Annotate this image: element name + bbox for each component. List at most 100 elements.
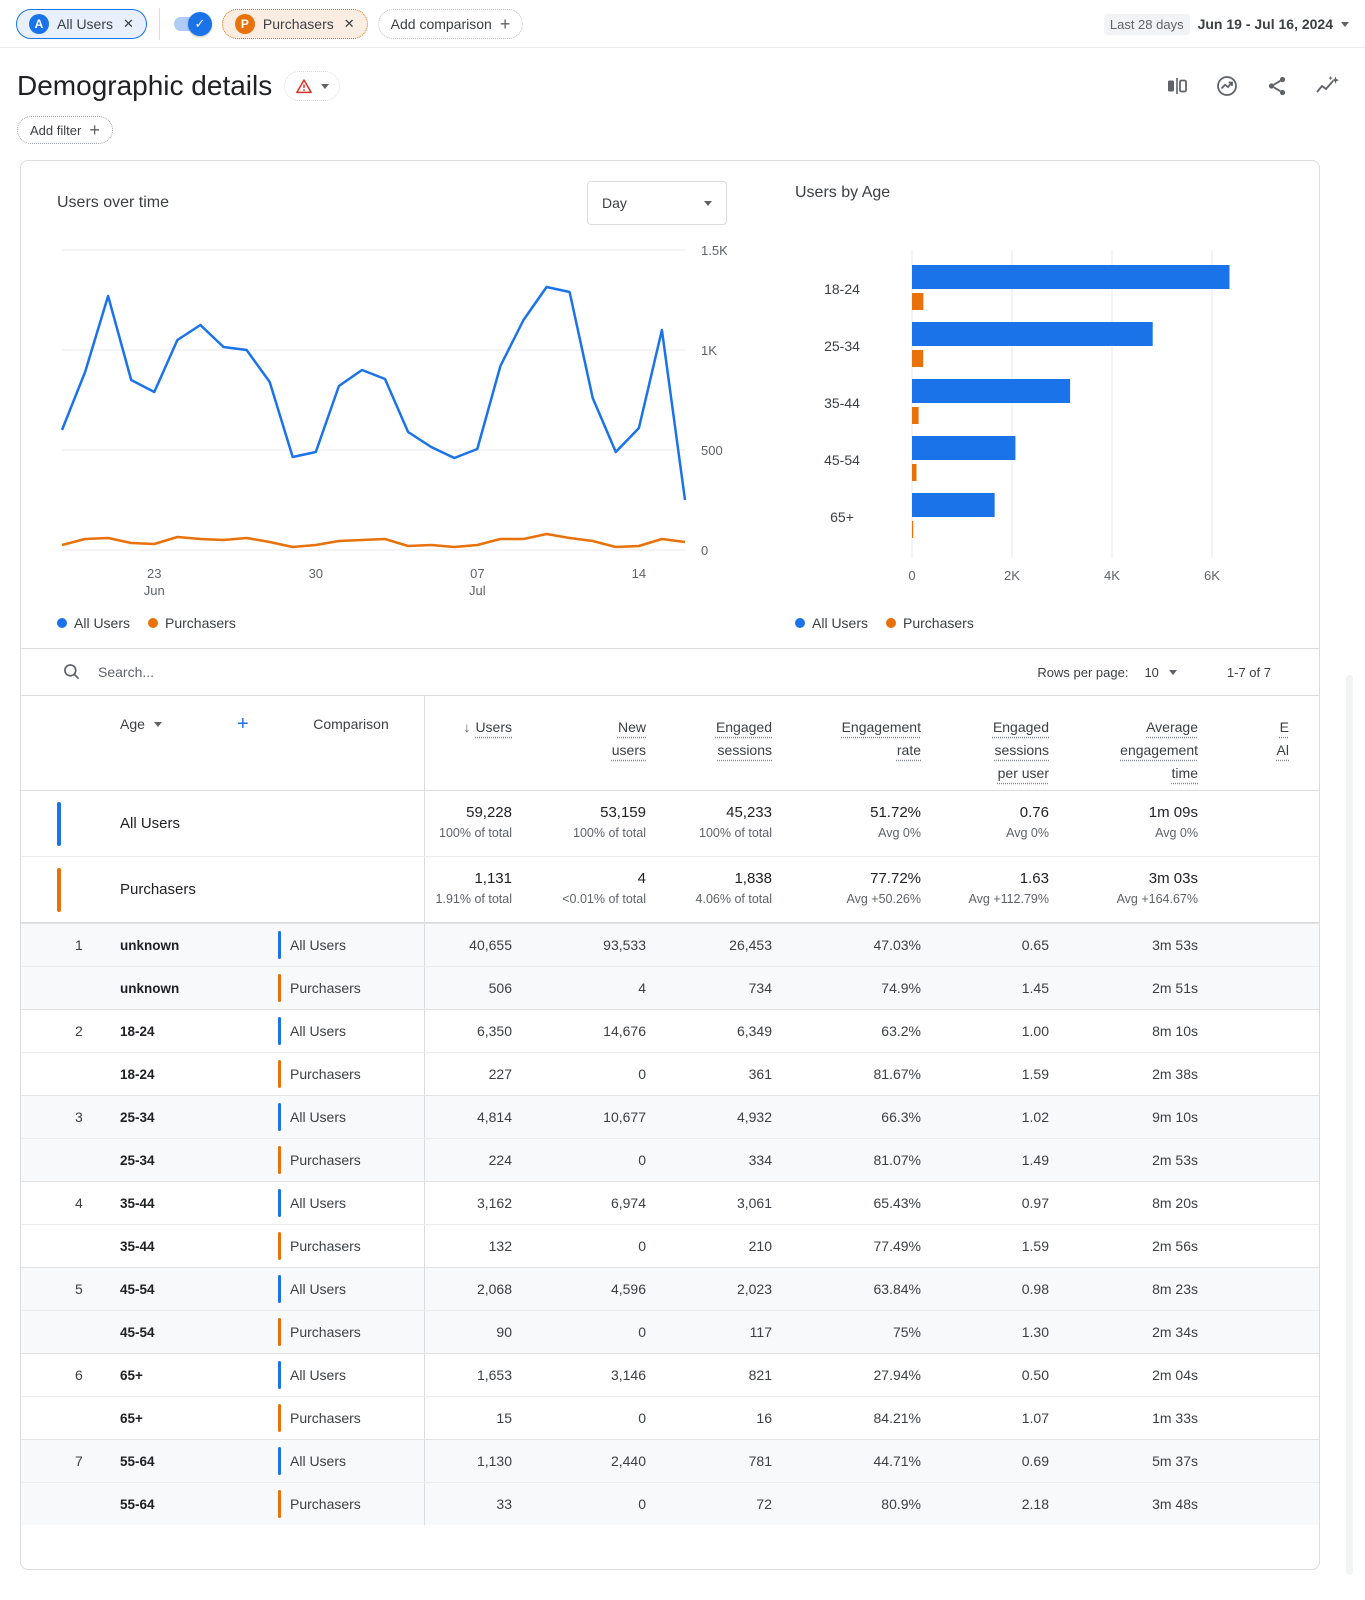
comparison-label: Purchasers	[290, 1238, 361, 1254]
column-header-label[interactable]: Engagement rate	[842, 719, 921, 758]
comparison-column-header: Comparison	[278, 716, 424, 732]
metric-cell: 0	[514, 1139, 648, 1181]
metric-cell: 1.45	[923, 967, 1051, 1009]
metric-cell: 0.69	[923, 1440, 1051, 1482]
column-header-per[interactable]: Engaged sessions per user	[923, 696, 1051, 790]
purchasers-toggle[interactable]: ✓	[172, 14, 212, 34]
row-metrics: 3,1626,9743,06165.43%0.978m 20s	[424, 1182, 1319, 1224]
table-row: 755-64All Users1,1302,44078144.71%0.695m…	[21, 1439, 1319, 1482]
category-label: 45-54	[824, 452, 860, 468]
y-axis-tick: 1.5K	[701, 243, 727, 258]
remove-all-users-icon[interactable]: ✕	[123, 16, 134, 32]
share-icon[interactable]	[1265, 74, 1289, 98]
date-range-selector[interactable]: Last 28 days Jun 19 - Jul 16, 2024	[1104, 14, 1349, 35]
line-chart-legend: All UsersPurchasers	[57, 615, 727, 631]
row-index-cell: 2	[21, 1010, 120, 1052]
table-row: 35-44Purchasers132021077.49%1.592m 56s	[21, 1224, 1319, 1267]
totals-cell: 51.72%Avg 0%	[774, 791, 923, 856]
column-header-eng[interactable]: Engaged sessions	[648, 696, 774, 790]
row-index-cell: 3	[21, 1096, 120, 1138]
totals-value: 51.72%	[774, 804, 921, 821]
comparison-label: All Users	[290, 1109, 346, 1125]
metric-cell: 227	[425, 1053, 514, 1095]
metric-cell: 81.07%	[774, 1139, 923, 1181]
totals-value: 77.72%	[774, 870, 921, 887]
metric-cell: 334	[648, 1139, 774, 1181]
totals-subvalue: Avg +164.67%	[1051, 892, 1198, 906]
metric-cell: 3,061	[648, 1182, 774, 1224]
column-header-label[interactable]: Engaged sessions per user	[993, 719, 1049, 781]
column-header-rate[interactable]: Engagement rate	[774, 696, 923, 790]
bar-all-users	[912, 493, 995, 517]
comparison-color-bar	[57, 868, 61, 912]
column-header-time[interactable]: Average engagement time	[1051, 696, 1200, 790]
metric-cell: 27.94%	[774, 1354, 923, 1396]
add-filter-button[interactable]: Add filter +	[17, 116, 113, 144]
metric-cell: 2,023	[648, 1268, 774, 1310]
metric-cell: 3,162	[425, 1182, 514, 1224]
comparison-cell: All Users	[278, 1182, 424, 1224]
remove-purchasers-icon[interactable]: ✕	[344, 16, 355, 32]
x-axis-tick: 30	[309, 566, 323, 581]
plus-icon: +	[89, 121, 100, 139]
chip-divider	[159, 8, 160, 40]
chevron-down-icon	[1169, 670, 1177, 675]
granularity-select[interactable]: Day	[587, 181, 727, 225]
category-label: 65+	[830, 509, 854, 525]
series-purchasers	[62, 534, 685, 547]
rows-per-page-select[interactable]: 10	[1142, 661, 1178, 684]
data-warning-button[interactable]	[284, 71, 340, 101]
legend-item: All Users	[795, 615, 868, 631]
metric-cell: 2m 53s	[1051, 1139, 1200, 1181]
comparison-cell: All Users	[278, 1440, 424, 1482]
search-icon	[62, 662, 82, 682]
metric-cell: 1,130	[425, 1440, 514, 1482]
metric-cell-partial	[1200, 1139, 1319, 1181]
add-dimension-button[interactable]: +	[237, 713, 249, 736]
bar-purchasers	[912, 293, 923, 310]
totals-cell: 0.76Avg 0%	[923, 791, 1051, 856]
add-comparison-button[interactable]: Add comparison +	[378, 9, 524, 39]
table-row: 325-34All Users4,81410,6774,93266.3%1.02…	[21, 1095, 1319, 1138]
insights-sparkline-icon[interactable]	[1315, 74, 1341, 98]
table-row: 45-54Purchasers90011775%1.302m 34s	[21, 1310, 1319, 1353]
column-header-users[interactable]: ↓Users	[425, 696, 514, 790]
rows-per-page-value: 10	[1144, 665, 1158, 680]
row-metrics: 224033481.07%1.492m 53s	[424, 1139, 1319, 1181]
insights-icon[interactable]	[1215, 74, 1239, 98]
totals-metrics: 1,1311.91% of total4<0.01% of total1,838…	[424, 857, 1319, 922]
column-header-label[interactable]: New users	[612, 719, 646, 758]
totals-value: 45,233	[648, 804, 772, 821]
compare-report-icon[interactable]	[1165, 74, 1189, 98]
totals-cell-partial	[1200, 857, 1319, 922]
vertical-scrollbar[interactable]	[1346, 675, 1353, 1575]
totals-subvalue: Avg +112.79%	[923, 892, 1049, 906]
metric-cell: 0.97	[923, 1182, 1051, 1224]
column-header-new[interactable]: New users	[514, 696, 648, 790]
totals-subvalue: 4.06% of total	[648, 892, 772, 906]
dimension-select[interactable]: Age	[120, 716, 162, 732]
metric-cell: 63.84%	[774, 1268, 923, 1310]
comparison-label: All Users	[290, 1453, 346, 1469]
search-input[interactable]	[98, 664, 518, 680]
date-preset-label: Last 28 days	[1104, 14, 1190, 35]
comparison-cell: Purchasers	[278, 967, 424, 1009]
row-index-cell: 1	[21, 924, 120, 966]
metric-cell: 10,677	[514, 1096, 648, 1138]
column-header-label[interactable]: Average engagement time	[1120, 719, 1198, 781]
bar-all-users	[912, 379, 1070, 403]
comparison-label: Purchasers	[290, 1410, 361, 1426]
comparison-color-bar	[57, 802, 61, 846]
comparison-chip-purchasers[interactable]: P Purchasers ✕	[222, 9, 368, 39]
metric-cell: 8m 23s	[1051, 1268, 1200, 1310]
column-header-label[interactable]: Engaged sessions	[716, 719, 772, 758]
metric-cell: 2m 04s	[1051, 1354, 1200, 1396]
comparison-chip-all-users[interactable]: A All Users ✕	[16, 9, 147, 39]
legend-dot	[886, 618, 896, 628]
metric-cell: 361	[648, 1053, 774, 1095]
column-header-label[interactable]: Users	[475, 719, 512, 735]
totals-cell-partial	[1200, 791, 1319, 856]
metric-cell: 3m 48s	[1051, 1483, 1200, 1525]
svg-text:Jul: Jul	[469, 583, 486, 598]
metric-cell: 2,068	[425, 1268, 514, 1310]
